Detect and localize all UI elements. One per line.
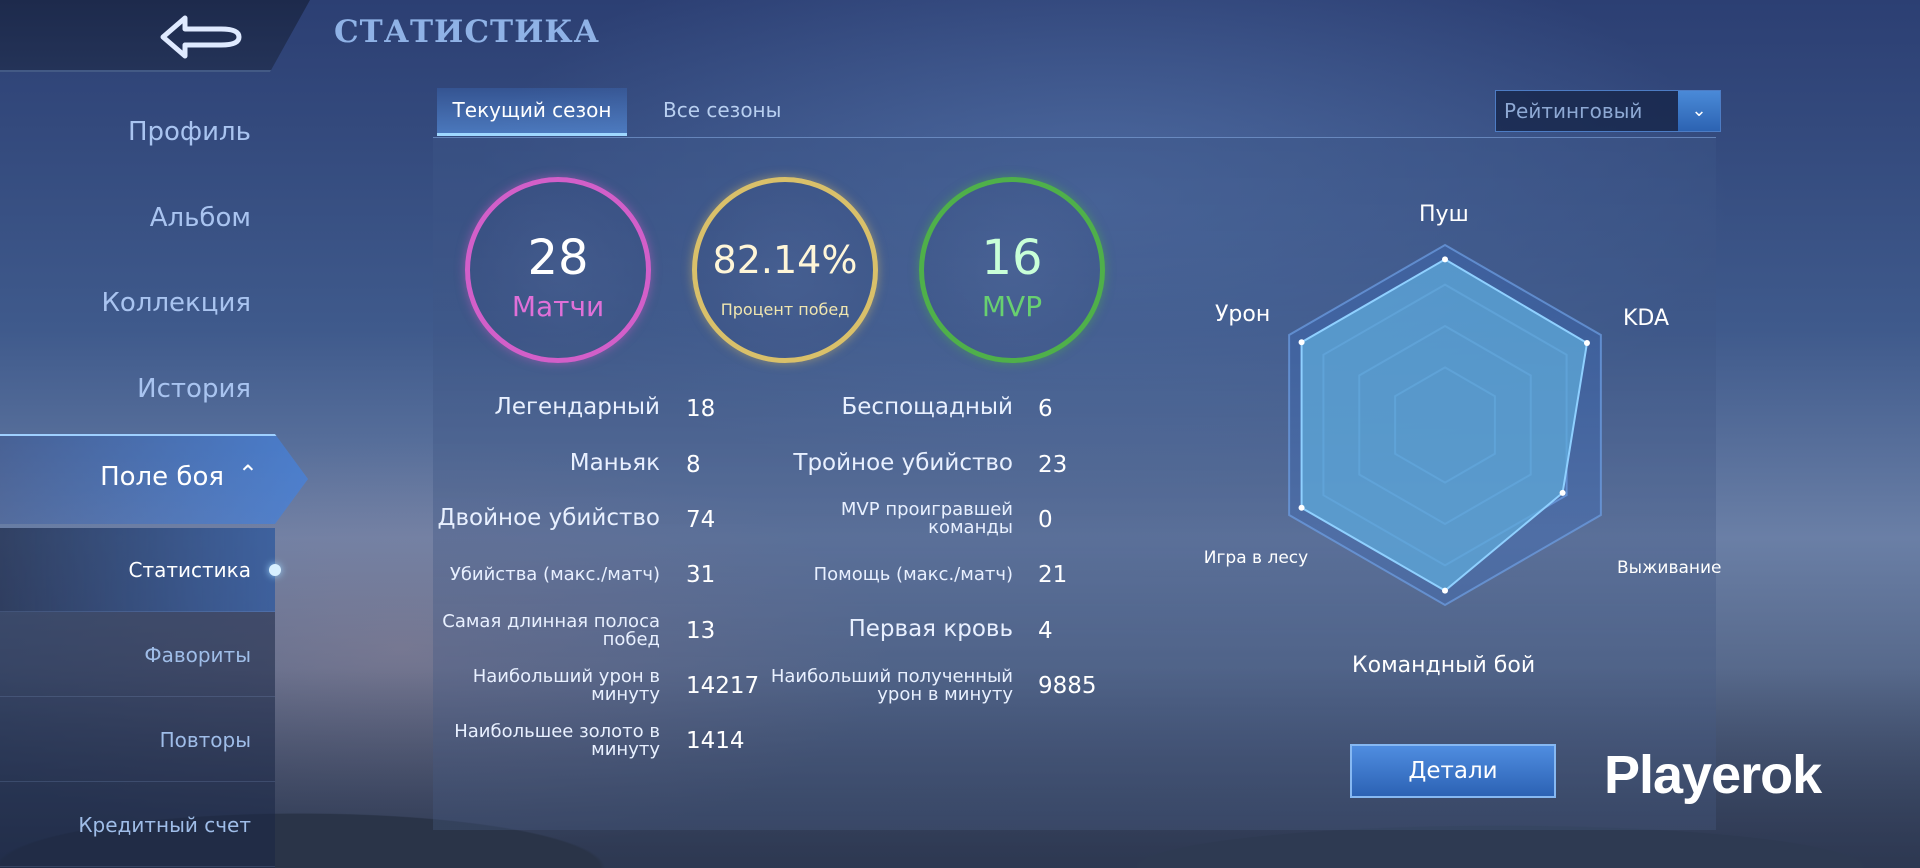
active-indicator xyxy=(269,564,281,576)
stat-value-legendary: 18 xyxy=(686,396,716,422)
back-button[interactable] xyxy=(0,0,310,72)
stat-label-double-kill: Двойное убийство xyxy=(437,505,660,531)
radar-point xyxy=(1298,504,1305,511)
chevron-up-icon: ⌃ xyxy=(237,460,258,488)
stat-value-double-kill: 74 xyxy=(686,507,716,533)
stat-label-legendary: Легендарный xyxy=(494,394,660,420)
stat-value-max-damage-taken: 9885 xyxy=(1038,673,1097,699)
mvp-value: 16 xyxy=(981,230,1043,286)
matches-value: 28 xyxy=(527,230,589,286)
stat-value-maniac: 8 xyxy=(686,452,701,478)
stat-value-win-streak: 13 xyxy=(686,618,716,644)
sidebar-subpanel: Статистика Фавориты Повторы Кредитный сч… xyxy=(0,528,281,868)
stat-value-max-gold: 1414 xyxy=(686,728,745,754)
stat-value-merciless: 6 xyxy=(1038,396,1053,422)
stat-label-max-gold: Наибольшее золото в минуту xyxy=(454,721,660,760)
stat-label-win-streak: Самая длинная полоса побед xyxy=(442,611,660,650)
sidebar-item-collection[interactable]: Коллекция xyxy=(101,288,251,318)
radar-label-jungle: Игра в лесу xyxy=(1203,548,1309,568)
radar-point xyxy=(1298,339,1305,346)
matches-circle: 28 Матчи xyxy=(465,177,651,363)
radar-point xyxy=(1442,587,1448,594)
mvp-circle: 16 MVP xyxy=(919,177,1105,363)
stat-value-max-damage: 14217 xyxy=(686,673,760,699)
mvp-label: MVP xyxy=(981,290,1043,323)
mode-select-value: Рейтинговый xyxy=(1504,99,1643,123)
stat-value-max-assists: 21 xyxy=(1038,562,1068,588)
tab-current-season[interactable]: Текущий сезон xyxy=(437,88,627,136)
radar-label-damage: Урон xyxy=(1215,302,1271,327)
winrate-label: Процент побед xyxy=(720,300,850,319)
stat-label-merciless: Беспощадный xyxy=(841,394,1014,420)
stat-value-triple-kill: 23 xyxy=(1038,452,1068,478)
chevron-down-icon[interactable]: ⌄ xyxy=(1678,91,1720,131)
matches-label: Матчи xyxy=(511,290,605,323)
sidebar-item-battlefield[interactable]: Поле боя ⌃ xyxy=(0,434,308,524)
radar-label-teamfight: Командный бой xyxy=(1352,653,1536,678)
radar-point xyxy=(1559,489,1566,496)
tab-all-seasons[interactable]: Все сезоны xyxy=(663,88,781,136)
stat-value-first-blood: 4 xyxy=(1038,618,1053,644)
stat-label-max-kills: Убийства (макс./матч) xyxy=(449,564,660,585)
page-title: СТАТИСТИКА xyxy=(334,14,600,50)
stat-value-max-kills: 31 xyxy=(686,562,716,588)
stat-label-first-blood: Первая кровь xyxy=(848,616,1013,642)
stat-label-max-damage: Наибольший урон в минуту xyxy=(472,666,660,705)
sidebar-subitem-statistics[interactable]: Статистика xyxy=(0,528,281,612)
radar-point xyxy=(1583,340,1590,347)
sidebar-item-album[interactable]: Альбом xyxy=(150,203,251,233)
stat-label-losing-mvp: MVP проигравшей команды xyxy=(840,499,1013,538)
winrate-circle: 82.14% Процент побед xyxy=(692,177,878,363)
back-arrow-icon xyxy=(160,15,242,59)
sidebar-item-label: Поле боя xyxy=(100,462,224,492)
sidebar-item-history[interactable]: История xyxy=(137,374,251,404)
stat-label-maniac: Маньяк xyxy=(569,450,660,476)
details-button[interactable]: Детали xyxy=(1350,744,1556,798)
stat-label-triple-kill: Тройное убийство xyxy=(793,450,1013,476)
sidebar-subitem-replays[interactable]: Повторы xyxy=(0,698,275,782)
radar-label-survival: Выживание xyxy=(1617,558,1722,578)
watermark: Playerok xyxy=(1604,745,1822,805)
radar-chart xyxy=(1288,243,1602,607)
radar-label-push: Пуш xyxy=(1419,202,1469,227)
stat-label-max-assists: Помощь (макс./матч) xyxy=(813,564,1013,585)
sidebar-subitem-label: Статистика xyxy=(128,558,252,582)
stat-value-losing-mvp: 0 xyxy=(1038,507,1053,533)
mode-select[interactable]: Рейтинговый ⌄ xyxy=(1495,90,1721,132)
radar-point xyxy=(1442,256,1448,263)
sidebar-subitem-favorites[interactable]: Фавориты xyxy=(0,613,275,697)
radar-label-kda: KDA xyxy=(1623,306,1670,331)
stat-label-max-damage-taken: Наибольший полученный урон в минуту xyxy=(770,666,1013,705)
sidebar-item-profile[interactable]: Профиль xyxy=(128,117,251,147)
winrate-value: 82.14% xyxy=(712,238,858,282)
sidebar-subitem-credit[interactable]: Кредитный счет xyxy=(0,783,275,867)
